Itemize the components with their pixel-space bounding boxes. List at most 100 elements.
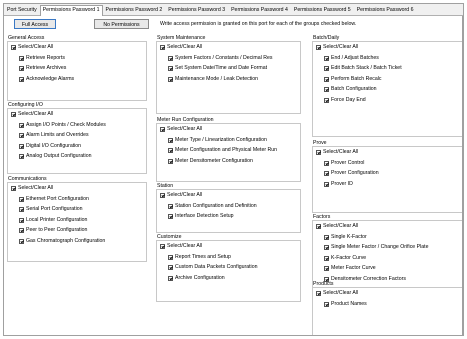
checkbox-checked-icon[interactable] [19,55,24,61]
permission-checkbox[interactable]: Interface Detection Setup [168,213,234,220]
permission-checkbox[interactable]: Assign I/O Points / Check Modules [19,122,106,129]
select-clear-all-checkbox[interactable]: Select/Clear All [160,192,202,199]
checkbox-checked-icon[interactable] [168,265,173,270]
checkbox-checked-icon[interactable] [324,66,329,71]
checkbox-checked-icon[interactable] [316,45,321,50]
checkbox-checked-icon[interactable] [19,122,24,128]
tab-permissions-password-4[interactable]: Permissions Password 4 [228,5,291,16]
checkbox-checked-icon[interactable] [11,112,16,117]
no-permissions-button[interactable]: No Permissions [94,19,149,29]
permission-checkbox[interactable]: Force Day End [324,97,366,104]
permission-checkbox[interactable]: Peer to Peer Configuration [19,227,87,234]
select-clear-all-checkbox[interactable]: Select/Clear All [160,243,202,250]
checkbox-checked-icon[interactable] [324,234,329,240]
checkbox-checked-icon[interactable] [316,150,321,155]
tab-permissions-password-5[interactable]: Permissions Password 5 [291,5,354,16]
checkbox-checked-icon[interactable] [160,127,165,132]
checkbox-checked-icon[interactable] [11,186,16,191]
select-clear-all-checkbox[interactable]: Select/Clear All [316,149,358,156]
checkbox-checked-icon[interactable] [324,76,329,82]
permission-checkbox[interactable]: Analog Output Configuration [19,153,91,160]
permission-checkbox[interactable]: Station Configuration and Definition [168,203,257,210]
checkbox-checked-icon[interactable] [316,291,321,296]
select-clear-all-checkbox[interactable]: Select/Clear All [160,126,202,133]
select-clear-all-checkbox[interactable]: Select/Clear All [316,290,358,297]
full-access-button[interactable]: Full Access [14,19,56,29]
permission-checkbox[interactable]: Meter Type / Linearization Configuration [168,137,267,144]
checkbox-checked-icon[interactable] [11,45,16,50]
checkbox-checked-icon[interactable] [168,55,173,61]
checkbox-checked-icon[interactable] [19,196,24,202]
select-clear-all-checkbox[interactable]: Select/Clear All [316,44,358,51]
permission-checkbox[interactable]: Prover Control [324,160,364,167]
permission-checkbox[interactable]: Single Meter Factor / Change Orifice Pla… [324,244,428,251]
permission-checkbox[interactable]: Single K-Factor [324,234,367,241]
checkbox-checked-icon[interactable] [168,275,173,281]
checkbox-checked-icon[interactable] [324,245,329,250]
select-clear-all-checkbox[interactable]: Select/Clear All [11,44,53,51]
tab-permissions-password-3[interactable]: Permissions Password 3 [165,5,228,16]
permission-checkbox[interactable]: Meter Configuration and Physical Meter R… [168,147,277,154]
checkbox-checked-icon[interactable] [19,143,24,149]
permission-checkbox[interactable]: Serial Port Configuration [19,206,83,213]
tab-permissions-password-6[interactable]: Permissions Password 6 [354,5,417,16]
permission-checkbox[interactable]: Meter Factor Curve [324,265,376,272]
checkbox-checked-icon[interactable] [168,148,173,153]
permission-checkbox[interactable]: End / Adjust Batches [324,55,379,62]
checkbox-checked-icon[interactable] [324,55,329,61]
checkbox-checked-icon[interactable] [168,66,173,71]
checkbox-checked-icon[interactable] [316,224,321,229]
permission-checkbox[interactable]: K-Factor Curve [324,255,366,262]
checkbox-checked-icon[interactable] [324,171,329,176]
permission-checkbox[interactable]: Local Printer Configuration [19,217,87,224]
checkbox-checked-icon[interactable] [19,228,24,233]
checkbox-checked-icon[interactable] [19,76,24,82]
permission-checkbox[interactable]: System Factors / Constants / Decimal Res [168,55,272,62]
permission-checkbox[interactable]: Edit Batch Stack / Batch Ticket [324,65,402,72]
checkbox-checked-icon[interactable] [324,160,329,166]
permission-checkbox[interactable]: Retrieve Reports [19,55,65,62]
checkbox-checked-icon[interactable] [168,214,173,219]
checkbox-checked-icon[interactable] [324,87,329,92]
checkbox-checked-icon[interactable] [324,97,329,103]
checkbox-checked-icon[interactable] [168,203,173,209]
select-clear-all-checkbox[interactable]: Select/Clear All [316,223,358,230]
checkbox-checked-icon[interactable] [324,255,329,261]
checkbox-checked-icon[interactable] [168,254,173,260]
permission-checkbox[interactable]: Perform Batch Recalc [324,76,381,83]
checkbox-checked-icon[interactable] [168,76,173,82]
permission-checkbox[interactable]: Product Names [324,301,367,308]
permission-checkbox[interactable]: Retrieve Archives [19,65,66,72]
permission-checkbox[interactable]: Maintenance Mode / Leak Detection [168,76,258,83]
checkbox-checked-icon[interactable] [168,158,173,164]
permission-checkbox[interactable]: Meter Densitometer Configuration [168,158,253,165]
checkbox-checked-icon[interactable] [324,301,329,307]
checkbox-checked-icon[interactable] [160,193,165,198]
checkbox-checked-icon[interactable] [19,66,24,71]
permission-checkbox[interactable]: Batch Configuration [324,86,377,93]
checkbox-checked-icon[interactable] [160,45,165,50]
checkbox-checked-icon[interactable] [160,244,165,249]
checkbox-checked-icon[interactable] [19,238,24,244]
permission-checkbox[interactable]: Digital I/O Configuration [19,143,81,150]
permission-checkbox[interactable]: Gas Chromatograph Configuration [19,238,105,245]
permission-checkbox[interactable]: Prover Configuration [324,170,379,177]
permission-checkbox[interactable]: Custom Data Packets Configuration [168,264,257,271]
checkbox-checked-icon[interactable] [324,181,329,187]
select-clear-all-checkbox[interactable]: Select/Clear All [160,44,202,51]
select-clear-all-checkbox[interactable]: Select/Clear All [11,111,53,118]
checkbox-checked-icon[interactable] [324,266,329,271]
permission-checkbox[interactable]: Alarm Limits and Overrides [19,132,89,139]
tab-permissions-password-2[interactable]: Permissions Password 2 [103,5,166,16]
permission-checkbox[interactable]: Prover ID [324,181,353,188]
permission-checkbox[interactable]: Report Times and Setup [168,254,231,261]
checkbox-checked-icon[interactable] [19,154,24,159]
tab-port-security[interactable]: Port Security [4,5,40,16]
checkbox-checked-icon[interactable] [19,133,24,138]
checkbox-checked-icon[interactable] [168,137,173,143]
permission-checkbox[interactable]: Ethernet Port Configuration [19,196,89,203]
permission-checkbox[interactable]: Acknowledge Alarms [19,76,74,83]
select-clear-all-checkbox[interactable]: Select/Clear All [11,185,53,192]
permission-checkbox[interactable]: Archive Configuration [168,275,225,282]
checkbox-checked-icon[interactable] [19,217,24,223]
